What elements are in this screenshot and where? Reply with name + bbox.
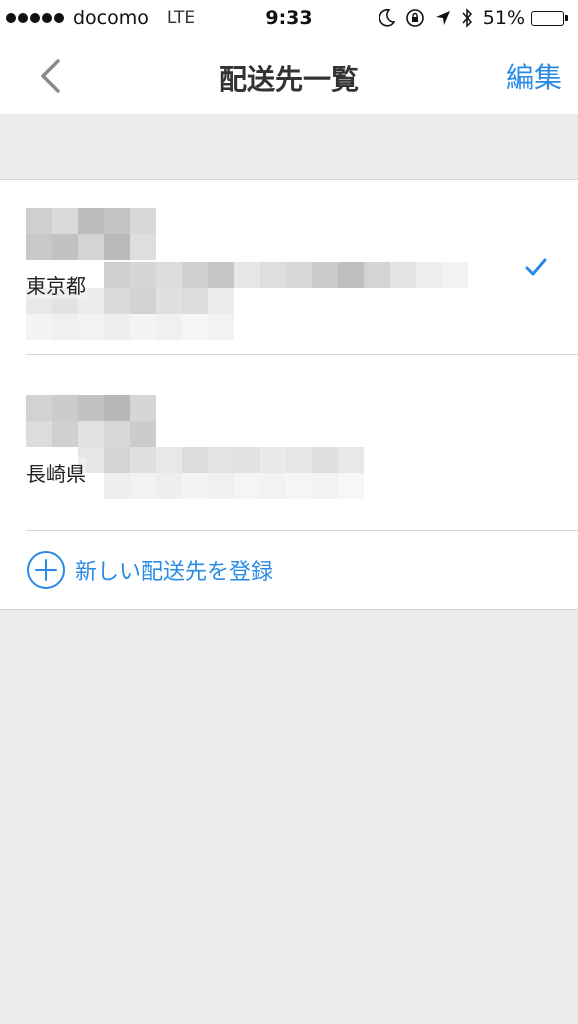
section-header-spacer xyxy=(0,114,578,180)
status-bar: docomo LTE 9:33 51% xyxy=(0,0,578,38)
address-row[interactable]: 長崎県 xyxy=(0,355,578,531)
battery-icon xyxy=(531,10,568,26)
location-arrow-icon xyxy=(435,10,451,26)
redacted-name xyxy=(26,208,156,260)
battery-percent: 51% xyxy=(482,7,525,29)
add-address-button[interactable]: 新しい配送先を登録 xyxy=(0,531,578,609)
bluetooth-icon xyxy=(461,8,473,28)
page-title: 配送先一覧 xyxy=(218,63,359,96)
add-address-label: 新しい配送先を登録 xyxy=(75,560,274,585)
redacted-address xyxy=(26,262,474,344)
moon-icon xyxy=(378,9,395,27)
redacted-name xyxy=(26,395,156,447)
checkmark-icon xyxy=(524,257,548,281)
rotation-lock-icon xyxy=(405,8,425,28)
address-list: 東京都 長崎県 新しい配送先を登録 xyxy=(0,180,578,610)
address-prefecture: 東京都 xyxy=(26,270,86,299)
address-prefecture: 長崎県 xyxy=(26,458,86,487)
status-right: 51% xyxy=(369,7,568,29)
edit-button[interactable]: 編集 xyxy=(506,56,562,96)
address-row[interactable]: 東京都 xyxy=(0,180,578,355)
navigation-bar: 配送先一覧 編集 xyxy=(0,38,578,114)
plus-circle-icon xyxy=(26,550,66,590)
